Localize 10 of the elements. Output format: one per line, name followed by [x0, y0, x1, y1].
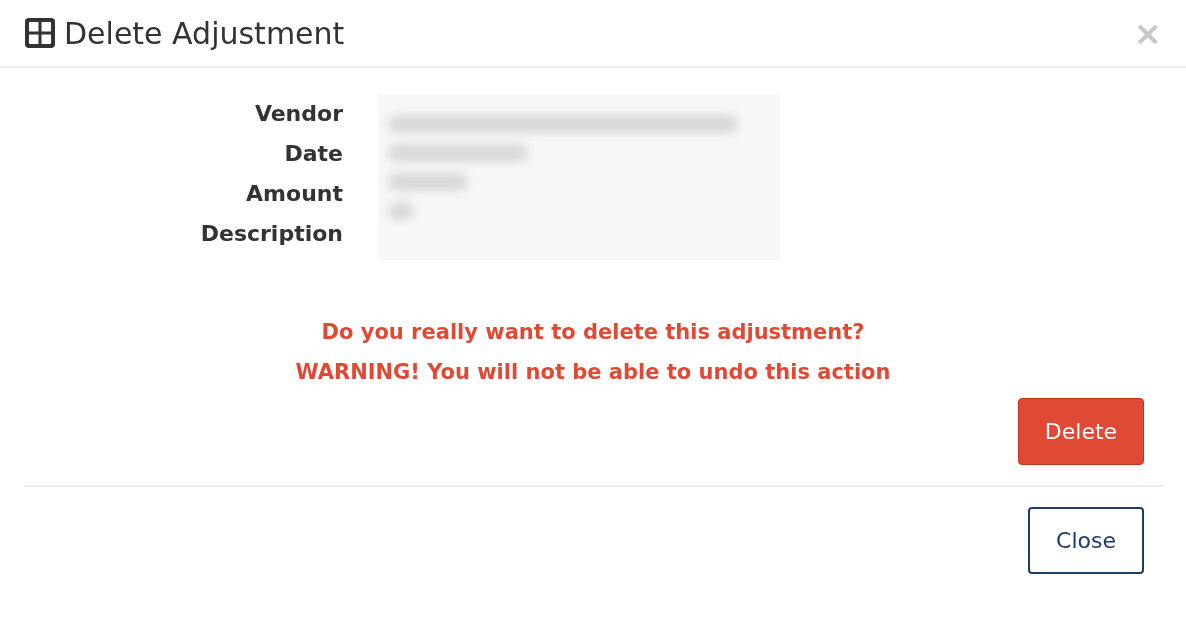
- field-label: Description: [199, 220, 343, 248]
- field-label: Vendor: [253, 100, 343, 128]
- delete-button[interactable]: Delete: [1018, 398, 1144, 465]
- grid-icon: [24, 17, 56, 49]
- field-label: Amount: [245, 180, 343, 208]
- warning-text: Do you really want to delete this adjustment?: [320, 319, 866, 346]
- modal-title: Delete Adjustment: [64, 14, 345, 53]
- close-button[interactable]: Close: [1028, 507, 1144, 574]
- field-label: Date: [283, 140, 343, 168]
- warning-text: WARNING! You will not be able to undo this action: [294, 359, 892, 386]
